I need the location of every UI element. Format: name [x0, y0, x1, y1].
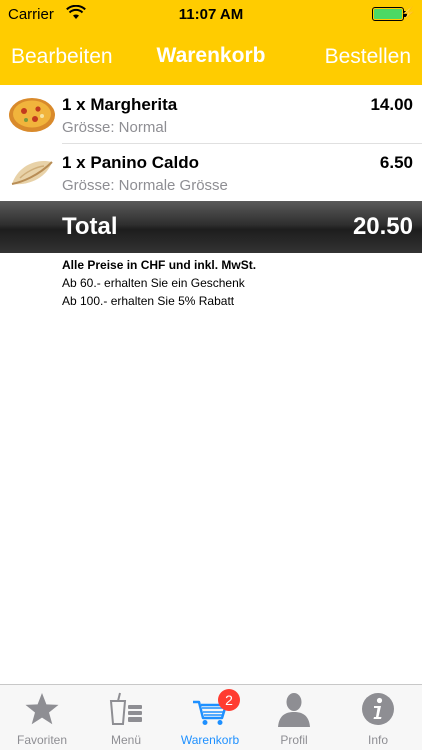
cart-item[interactable]: 1 x Panino Caldo Grösse: Normale Grösse …	[0, 144, 422, 202]
tab-bar: Favoriten Menü 2 Warenkorb Profil Info	[0, 684, 422, 750]
total-amount: 20.50	[352, 213, 413, 240]
item-name: 1 x Panino Caldo	[62, 153, 199, 172]
discount-note: Ab 100.- erhalten Sie 5% Rabatt	[62, 294, 235, 308]
tab-warenkorb[interactable]: 2 Warenkorb	[168, 685, 252, 751]
order-button[interactable]: Bestellen	[325, 45, 411, 69]
battery-fill	[374, 9, 402, 19]
navigation-bar: Bearbeiten Warenkorb Bestellen	[0, 30, 422, 85]
item-size: Grösse: Normale Grösse	[62, 177, 228, 194]
charging-icon: ⚡	[401, 6, 416, 20]
cart-badge: 2	[218, 689, 240, 711]
item-name: 1 x Margherita	[62, 95, 178, 114]
profile-icon	[276, 691, 312, 727]
total-label: Total	[62, 213, 118, 240]
gift-note: Ab 60.- erhalten Sie ein Geschenk	[62, 276, 245, 290]
item-size: Grösse: Normal	[62, 119, 168, 136]
total-bar: Total 20.50	[0, 201, 422, 253]
tab-label: Warenkorb	[180, 733, 240, 747]
panino-image	[8, 152, 56, 192]
item-price: 6.50	[379, 153, 413, 172]
price-notes: Alle Preise in CHF und inkl. MwSt. Ab 60…	[62, 256, 256, 310]
tab-label: Favoriten	[16, 733, 68, 747]
info-icon	[360, 691, 396, 727]
vat-note: Alle Preise in CHF und inkl. MwSt.	[62, 258, 257, 272]
status-bar: Carrier 11:07 AM ⚡	[0, 0, 422, 30]
menu-icon	[108, 691, 144, 727]
tab-info[interactable]: Info	[336, 685, 420, 751]
tab-favoriten[interactable]: Favoriten	[0, 685, 84, 751]
tab-label: Profil	[280, 733, 308, 747]
tab-label: Info	[367, 733, 388, 747]
tab-label: Menü	[110, 733, 142, 747]
item-price: 14.00	[370, 95, 413, 114]
star-icon	[24, 691, 60, 727]
pizza-image	[8, 94, 56, 134]
battery-icon	[372, 7, 407, 21]
top-bar: Carrier 11:07 AM ⚡ Bearbeiten Warenkorb …	[0, 0, 422, 85]
clock: 11:07 AM	[178, 6, 244, 23]
tab-menu[interactable]: Menü	[84, 685, 168, 751]
tab-profil[interactable]: Profil	[252, 685, 336, 751]
cart-item[interactable]: 1 x Margherita Grösse: Normal 14.00	[0, 86, 422, 144]
